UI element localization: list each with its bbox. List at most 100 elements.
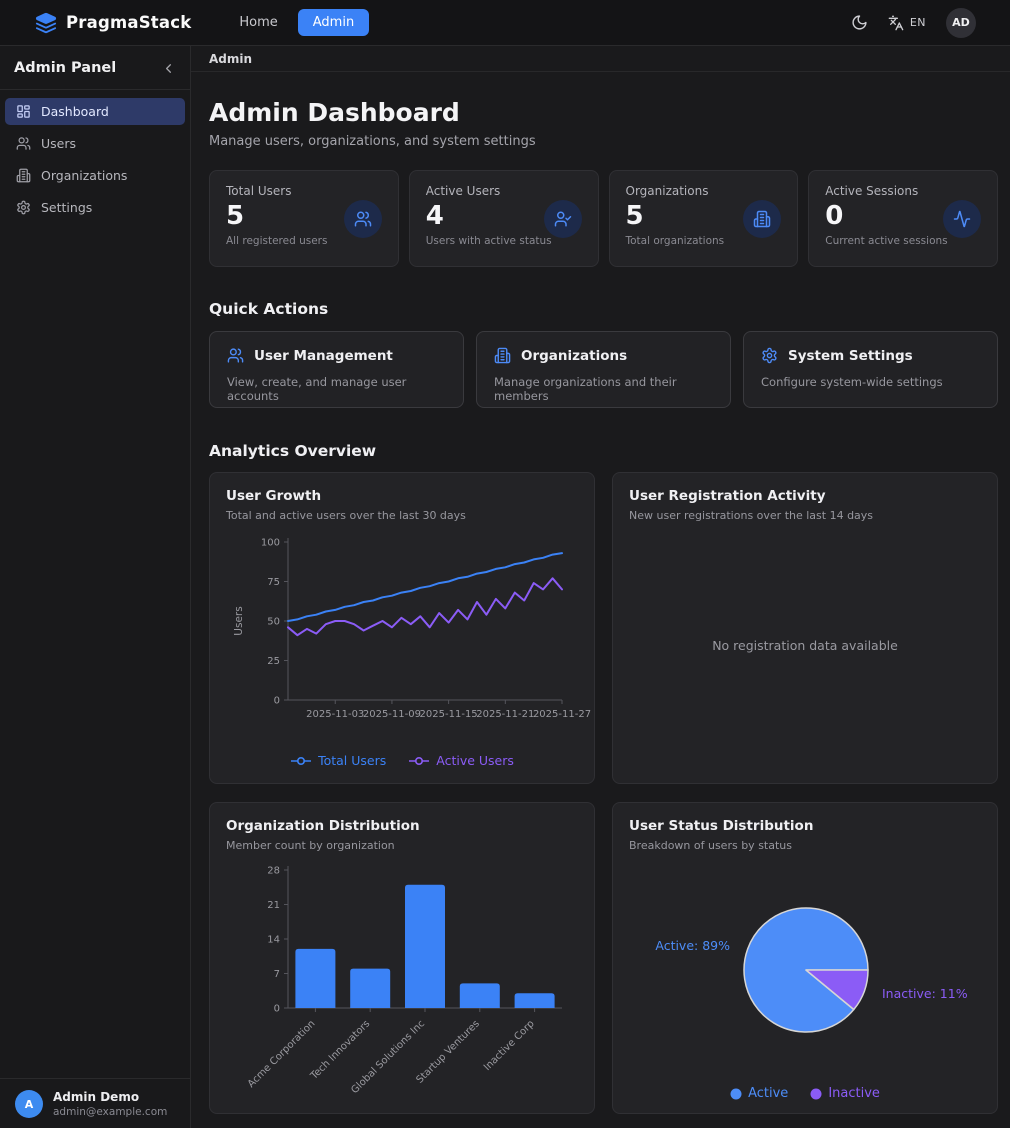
navbar-actions: EN AD — [851, 8, 976, 38]
users-icon — [16, 136, 31, 151]
quick-action-user-management[interactable]: User Management View, create, and manage… — [209, 331, 464, 408]
sidebar-item-users[interactable]: Users — [5, 130, 185, 157]
quick-action-description: Configure system-wide settings — [761, 375, 980, 389]
stat-icon-badge — [544, 200, 582, 238]
moon-icon[interactable] — [851, 14, 868, 31]
settings-icon — [761, 347, 778, 364]
layers-icon — [35, 12, 57, 34]
user-avatar[interactable]: AD — [946, 8, 976, 38]
svg-text:Users: Users — [233, 606, 245, 635]
main-content: Admin Admin Dashboard Manage users, orga… — [191, 46, 1010, 1128]
svg-text:2025-11-15: 2025-11-15 — [420, 709, 478, 720]
chart-subtitle: Member count by organization — [226, 839, 578, 852]
sidebar-item-label: Users — [41, 136, 76, 151]
svg-text:100: 100 — [261, 538, 280, 549]
user-status-chart: Active: 89% Inactive: 11% — [629, 862, 981, 1084]
chart-subtitle: New user registrations over the last 14 … — [629, 509, 981, 522]
svg-text:2025-11-21: 2025-11-21 — [476, 709, 534, 720]
quick-actions-heading: Quick Actions — [209, 300, 998, 318]
charts-grid: User Growth Total and active users over … — [209, 472, 998, 1114]
svg-text:25: 25 — [267, 656, 280, 667]
sidebar-header: Admin Panel — [0, 46, 190, 90]
sidebar-nav: Dashboard Users Organizations Settings — [0, 90, 190, 229]
activity-icon — [953, 210, 971, 228]
breadcrumb-bar: Admin — [191, 46, 1010, 72]
quick-actions-grid: User Management View, create, and manage… — [209, 331, 998, 408]
dashboard-icon — [16, 104, 31, 119]
sidebar-item-dashboard[interactable]: Dashboard — [5, 98, 185, 125]
user-check-icon — [554, 210, 572, 228]
language-label: EN — [910, 16, 926, 29]
quick-action-description: View, create, and manage user accounts — [227, 375, 446, 403]
org-distribution-chart: 07142128Acme CorporationTech InnovatorsG… — [226, 862, 578, 1110]
svg-text:28: 28 — [267, 866, 280, 877]
user-growth-card: User Growth Total and active users over … — [209, 472, 595, 784]
stat-card-total-users: Total Users 5 All registered users — [209, 170, 399, 267]
quick-action-title: System Settings — [788, 348, 913, 364]
sidebar-user-avatar: A — [15, 1090, 43, 1118]
svg-text:21: 21 — [267, 900, 280, 911]
svg-text:2025-11-27: 2025-11-27 — [533, 709, 591, 720]
org-distribution-card: Organization Distribution Member count b… — [209, 802, 595, 1114]
chart-title: User Status Distribution — [629, 818, 981, 834]
svg-text:Tech Innovators: Tech Innovators — [308, 1018, 372, 1082]
user-growth-chart: 02550751002025-11-032025-11-092025-11-15… — [226, 532, 578, 751]
stat-label: Organizations — [626, 184, 782, 198]
brand[interactable]: PragmaStack — [35, 12, 191, 34]
svg-text:2025-11-09: 2025-11-09 — [363, 709, 421, 720]
sidebar-user-email: admin@example.com — [53, 1106, 167, 1118]
stat-label: Active Sessions — [825, 184, 981, 198]
user-status-card: User Status Distribution Breakdown of us… — [612, 802, 998, 1114]
stat-icon-badge — [943, 200, 981, 238]
sidebar-item-settings[interactable]: Settings — [5, 194, 185, 221]
svg-text:Acme Corporation: Acme Corporation — [246, 1018, 318, 1090]
svg-text:14: 14 — [267, 935, 280, 946]
sidebar-item-label: Dashboard — [41, 104, 109, 119]
stat-label: Total Users — [226, 184, 382, 198]
stats-grid: Total Users 5 All registered users Activ… — [209, 170, 998, 267]
empty-state-message: No registration data available — [712, 638, 898, 653]
nav-link-admin[interactable]: Admin — [298, 9, 369, 36]
svg-text:2025-11-03: 2025-11-03 — [306, 709, 364, 720]
building-icon — [16, 168, 31, 183]
quick-action-system-settings[interactable]: System Settings Configure system-wide se… — [743, 331, 998, 408]
main-nav: Home Admin — [229, 9, 369, 36]
users-icon — [227, 347, 244, 364]
svg-text:0: 0 — [274, 1004, 280, 1015]
user-status-legend: ActiveInactive — [629, 1086, 981, 1101]
svg-text:Inactive Corp: Inactive Corp — [482, 1018, 537, 1073]
stat-icon-badge — [344, 200, 382, 238]
sidebar: Admin Panel Dashboard Users Organization… — [0, 46, 191, 1128]
sidebar-item-organizations[interactable]: Organizations — [5, 162, 185, 189]
sidebar-user[interactable]: A Admin Demo admin@example.com — [0, 1078, 190, 1128]
users-icon — [354, 210, 372, 228]
svg-text:75: 75 — [267, 577, 280, 588]
stat-card-organizations: Organizations 5 Total organizations — [609, 170, 799, 267]
sidebar-user-name: Admin Demo — [53, 1090, 167, 1104]
chart-subtitle: Total and active users over the last 30 … — [226, 509, 578, 522]
page-title: Admin Dashboard — [209, 98, 998, 127]
stat-icon-badge — [743, 200, 781, 238]
chart-subtitle: Breakdown of users by status — [629, 839, 981, 852]
building-icon — [494, 347, 511, 364]
chart-title: User Growth — [226, 488, 578, 504]
language-switcher[interactable]: EN — [888, 15, 926, 31]
breadcrumb[interactable]: Admin — [209, 52, 252, 66]
sidebar-title: Admin Panel — [14, 60, 116, 76]
stat-card-active-sessions: Active Sessions 0 Current active session… — [808, 170, 998, 267]
chart-title: Organization Distribution — [226, 818, 578, 834]
chevron-left-icon[interactable] — [161, 61, 176, 76]
sidebar-item-label: Organizations — [41, 168, 127, 183]
svg-text:Active: 89%: Active: 89% — [655, 938, 730, 953]
stat-label: Active Users — [426, 184, 582, 198]
page-subtitle: Manage users, organizations, and system … — [209, 134, 998, 149]
svg-text:7: 7 — [274, 969, 280, 980]
sidebar-item-label: Settings — [41, 200, 92, 215]
user-growth-legend: Total UsersActive Users — [226, 753, 578, 768]
languages-icon — [888, 15, 904, 31]
quick-action-organizations[interactable]: Organizations Manage organizations and t… — [476, 331, 731, 408]
building-icon — [753, 210, 771, 228]
svg-text:Inactive: 11%: Inactive: 11% — [882, 986, 968, 1001]
nav-link-home[interactable]: Home — [229, 9, 287, 36]
analytics-heading: Analytics Overview — [209, 442, 998, 460]
